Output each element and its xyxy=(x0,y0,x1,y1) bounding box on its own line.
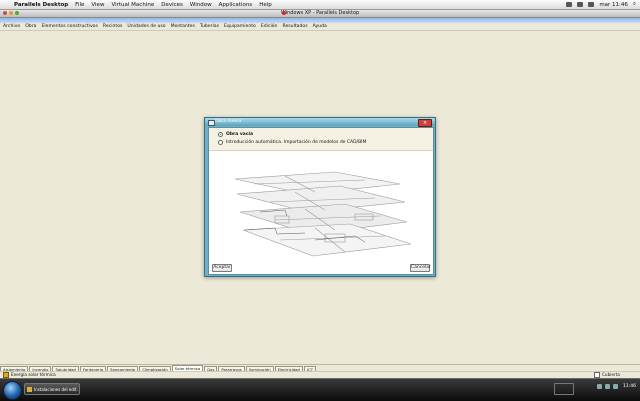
windows-taskbar: Instalaciones del edif... 11:46 xyxy=(0,378,640,401)
spotlight-icon[interactable]: ⌕ xyxy=(633,1,636,8)
stop-vm-icon[interactable] xyxy=(282,11,286,15)
wifi-icon[interactable] xyxy=(566,2,573,7)
accept-button[interactable]: Aceptar xyxy=(212,264,232,272)
dialog-close-button[interactable]: × xyxy=(418,119,432,127)
window-traffic-lights xyxy=(3,11,19,15)
language-bar[interactable] xyxy=(554,383,574,395)
battery-icon[interactable] xyxy=(588,2,595,7)
taskbar-app-button[interactable]: Instalaciones del edif... xyxy=(24,383,80,395)
menu-tuberias[interactable]: Tuberías xyxy=(200,24,219,29)
radio-unselected-icon[interactable] xyxy=(218,140,223,145)
taskbar-clock[interactable]: 11:46 xyxy=(623,384,636,389)
menu-montantes[interactable]: Montantes xyxy=(171,24,195,29)
status-bar: Energía solar térmica Cubierta xyxy=(0,371,640,378)
option-empty-project[interactable]: Obra vacía xyxy=(218,132,253,137)
menu-resultados[interactable]: Resultados xyxy=(282,24,307,29)
dialog-title: Obra nueva xyxy=(215,119,242,124)
menu-edicion[interactable]: Edición xyxy=(261,24,278,29)
menu-ayuda[interactable]: Ayuda xyxy=(313,24,327,29)
cancel-button[interactable]: Cancelar xyxy=(410,264,431,272)
vm-window-title: Windows XP - Parallels Desktop xyxy=(280,10,360,16)
menu-recintos[interactable]: Recintos xyxy=(103,24,123,29)
mac-menu-file[interactable]: File xyxy=(75,2,84,8)
building-floorplan-illustration xyxy=(234,171,412,257)
mac-menu-bar: Parallels Desktop File View Virtual Mach… xyxy=(0,0,640,10)
dialog-options: Obra vacía Introducción automática. Impo… xyxy=(209,128,433,151)
system-tray: 11:46 xyxy=(597,384,636,389)
mac-status-area: mar 11:46 ⌕ xyxy=(566,0,636,9)
mac-menu-app-name[interactable]: Parallels Desktop xyxy=(14,2,68,8)
vm-window-titlebar: Windows XP - Parallels Desktop xyxy=(0,10,640,18)
menu-elementos-constructivos[interactable]: Elementos constructivos xyxy=(41,24,97,29)
mac-menu-window[interactable]: Window xyxy=(190,2,212,8)
mac-menu-applications[interactable]: Applications xyxy=(219,2,253,8)
start-button[interactable] xyxy=(3,381,22,400)
mac-menu-help[interactable]: Help xyxy=(259,2,272,8)
radio-selected-icon[interactable] xyxy=(218,132,223,137)
dialog-body: Obra vacía Introducción automática. Impo… xyxy=(208,127,434,275)
option-cad-import[interactable]: Introducción automática. Importación de … xyxy=(218,140,366,145)
mac-menu-view[interactable]: View xyxy=(91,2,104,8)
dialog-titlebar[interactable]: Obra nueva × xyxy=(205,118,435,127)
mac-menu-devices[interactable]: Devices xyxy=(161,2,183,8)
taskbar-app-label: Instalaciones del edif... xyxy=(34,387,80,392)
dialog-app-icon xyxy=(208,120,215,126)
app-menu-bar: Archivo Obra Elementos constructivos Rec… xyxy=(0,23,640,31)
mac-clock[interactable]: mar 11:46 xyxy=(599,2,628,8)
new-project-dialog: Obra nueva × Obra vacía Introducción aut… xyxy=(204,117,436,277)
window-zoom-icon[interactable] xyxy=(15,11,19,15)
security-icon[interactable] xyxy=(613,384,619,389)
volume-icon[interactable] xyxy=(577,2,584,7)
menu-archivo[interactable]: Archivo xyxy=(3,24,20,29)
option-cad-import-label: Introducción automática. Importación de … xyxy=(226,140,367,145)
app-icon xyxy=(27,387,32,392)
window-minimize-icon[interactable] xyxy=(9,11,13,15)
menu-obra[interactable]: Obra xyxy=(25,24,36,29)
network-icon[interactable] xyxy=(597,384,603,389)
mac-menu-virtual-machine[interactable]: Virtual Machine xyxy=(111,2,154,8)
volume-tray-icon[interactable] xyxy=(605,384,611,389)
menu-equipamiento[interactable]: Equipamiento xyxy=(224,24,256,29)
menu-unidades-de-uso[interactable]: Unidades de uso xyxy=(127,24,165,29)
option-empty-project-label: Obra vacía xyxy=(226,132,254,137)
window-close-icon[interactable] xyxy=(3,11,7,15)
